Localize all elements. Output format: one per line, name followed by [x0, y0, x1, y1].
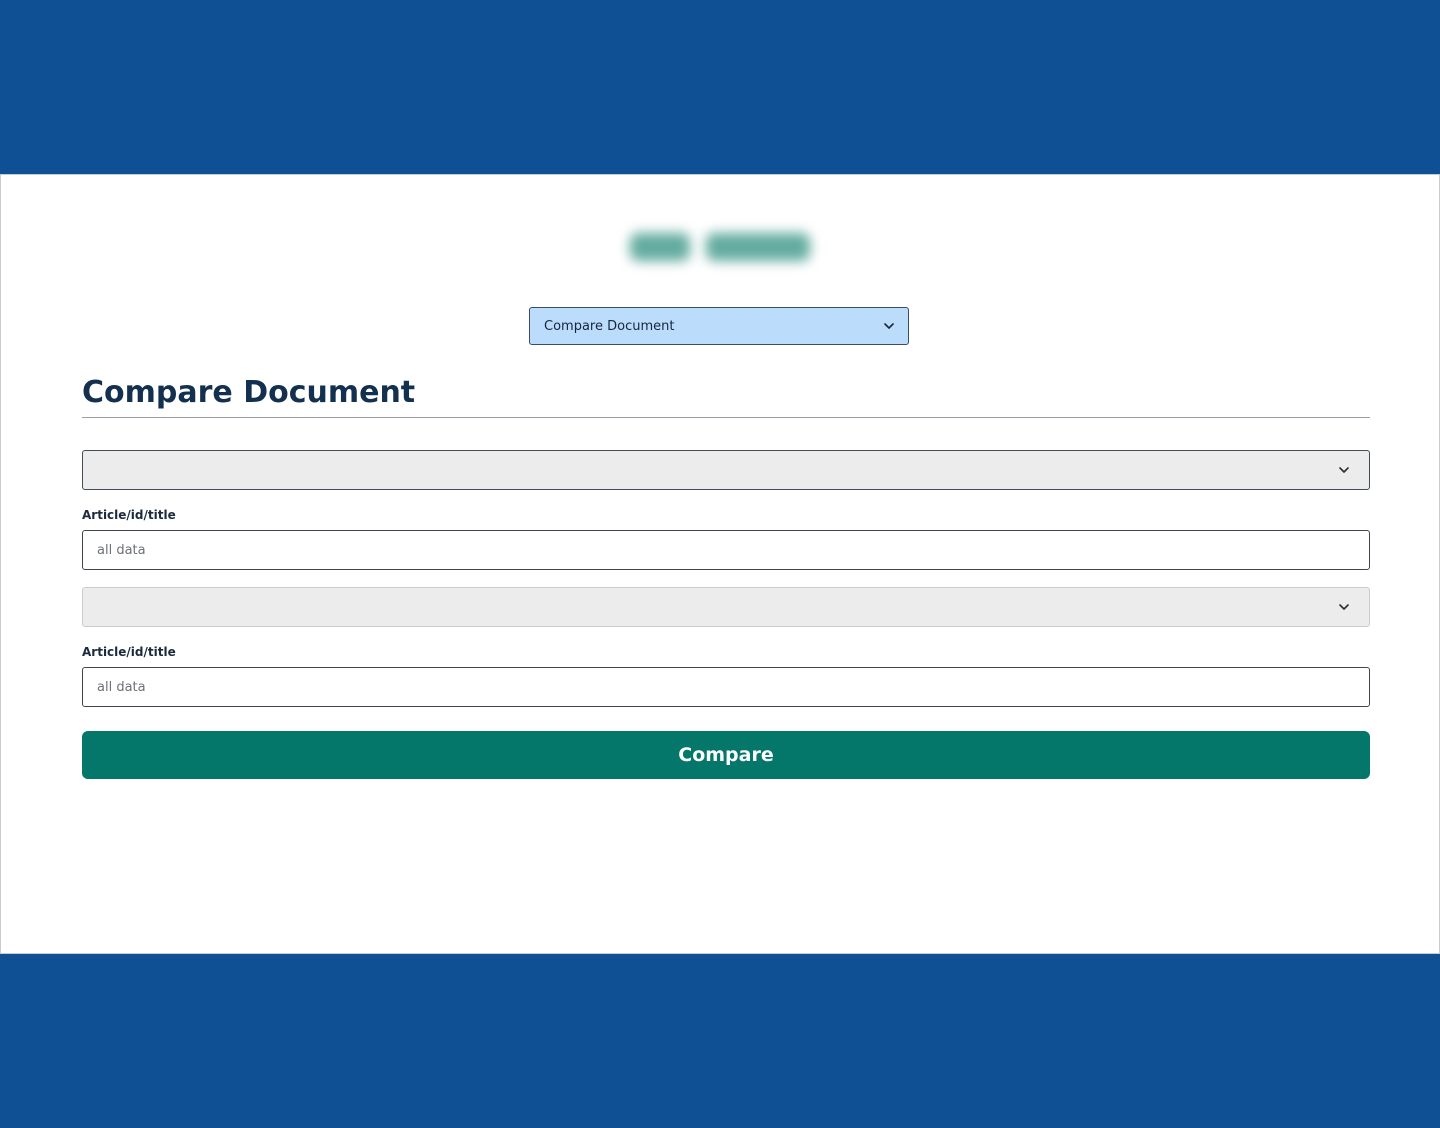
compare-button[interactable]: Compare: [82, 731, 1370, 779]
source-1-search-input[interactable]: [82, 530, 1370, 570]
title-divider: [82, 417, 1370, 418]
logo-mark: [630, 233, 690, 261]
source-1-field-label: Article/id/title: [82, 508, 176, 522]
mode-select[interactable]: Compare Document: [529, 307, 909, 345]
chevron-down-icon: [1339, 465, 1349, 475]
source-2-dropdown[interactable]: [82, 587, 1370, 627]
source-1-dropdown[interactable]: [82, 450, 1370, 490]
chevron-down-icon: [1339, 602, 1349, 612]
main-panel: Compare Document Compare Document Articl…: [0, 174, 1440, 954]
chevron-down-icon: [884, 321, 894, 331]
page-title: Compare Document: [82, 375, 416, 410]
source-2-field-label: Article/id/title: [82, 645, 176, 659]
mode-select-value: Compare Document: [544, 318, 675, 334]
logo-wordmark: [706, 233, 810, 261]
brand-logo: [619, 217, 821, 277]
source-2-search-input[interactable]: [82, 667, 1370, 707]
